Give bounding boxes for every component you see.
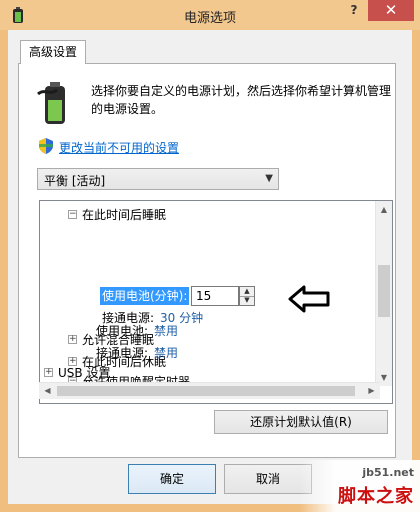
power-options-window: 电源选项 ? ✕ 高级设置 选择你要自定义的电源计划，然后选择你希望计算机管理的…	[0, 0, 420, 512]
watermark-name: 脚本之家	[338, 486, 414, 507]
change-settings-link[interactable]: 更改当前不可用的设置	[59, 139, 179, 156]
vertical-scrollbar[interactable]: ▲ ▼	[375, 201, 392, 386]
dialog-body: 高级设置 选择你要自定义的电源计划，然后选择你希望计算机管理的电源设置。 更改当…	[8, 30, 412, 504]
restore-defaults-button[interactable]: 还原计划默认值(R)	[214, 410, 388, 434]
wake-plugged-value[interactable]: 禁用	[154, 344, 178, 361]
battery-minutes-label[interactable]: 使用电池(分钟):	[100, 287, 190, 305]
minutes-spinner[interactable]: ▲ ▼	[239, 286, 255, 306]
power-plan-value: 平衡 [活动]	[44, 174, 106, 188]
battery-plan-icon	[37, 82, 65, 124]
power-plan-dropdown[interactable]: 平衡 [活动] ▼	[37, 168, 279, 190]
scroll-right-icon[interactable]: ▶	[363, 383, 380, 399]
chevron-down-icon: ▼	[265, 173, 273, 184]
scroll-left-icon[interactable]: ◀	[39, 383, 56, 399]
spin-down-icon[interactable]: ▼	[240, 296, 254, 305]
close-button[interactable]: ✕	[368, 0, 414, 21]
uac-shield-icon	[39, 138, 53, 154]
help-button[interactable]: ?	[340, 0, 368, 22]
ok-button[interactable]: 确定	[128, 464, 216, 494]
wake-battery-label[interactable]: 使用电池:	[96, 322, 148, 339]
wake-plugged-label[interactable]: 接通电源:	[96, 344, 148, 361]
expand-icon[interactable]: +	[68, 335, 77, 344]
horizontal-scrollbar[interactable]: ◀ ▶	[39, 382, 380, 399]
pointer-arrow-icon	[288, 285, 330, 313]
watermark: jb51.net 脚本之家	[300, 460, 420, 512]
tree-node-sleep-after[interactable]: 在此时间后睡眠	[82, 206, 166, 223]
watermark-url: jb51.net	[362, 466, 414, 479]
wake-battery-value[interactable]: 禁用	[154, 322, 178, 339]
collapse-icon[interactable]: −	[68, 210, 77, 219]
tab-advanced-settings[interactable]: 高级设置	[20, 40, 86, 64]
expand-icon[interactable]: +	[44, 368, 53, 377]
hscroll-thumb[interactable]	[57, 386, 355, 396]
scroll-thumb[interactable]	[378, 265, 390, 317]
tree-node-usb-settings[interactable]: USB 设置	[58, 364, 110, 381]
cancel-button[interactable]: 取消	[224, 464, 312, 494]
battery-minutes-input[interactable]	[191, 286, 239, 306]
title-bar[interactable]: 电源选项 ? ✕	[0, 0, 420, 30]
description-text: 选择你要自定义的电源计划，然后选择你希望计算机管理的电源设置。	[91, 84, 392, 116]
scroll-up-icon[interactable]: ▲	[376, 201, 392, 218]
